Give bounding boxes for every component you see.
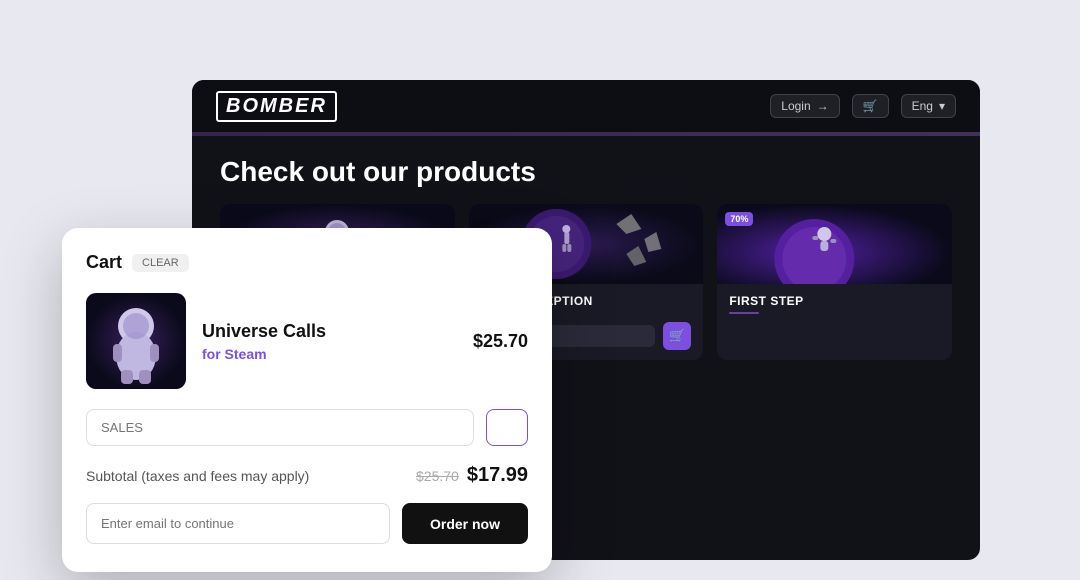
product-image-firststep: 70% <box>717 204 952 284</box>
product-card-first-step: 70% FIRST STEP <box>717 204 952 360</box>
chevron-down-icon: ▾ <box>939 99 945 113</box>
original-price: $25.70 <box>416 468 459 484</box>
final-price: $17.99 <box>467 464 528 487</box>
apply-promo-button[interactable] <box>486 409 528 446</box>
subtotal-prices: $25.70 $17.99 <box>416 464 528 487</box>
promo-input[interactable] <box>86 409 474 446</box>
discount-badge: 70% <box>725 212 753 226</box>
lang-selector[interactable]: Eng ▾ <box>901 94 956 118</box>
cart-item-info: Universe Calls for Steam <box>202 321 457 362</box>
order-now-button[interactable]: Order now <box>402 503 528 544</box>
cart-item-image <box>86 293 186 389</box>
subtotal-row: Subtotal (taxes and fees may apply) $25.… <box>86 464 528 487</box>
cart-button[interactable]: 🛒 <box>852 94 889 118</box>
lang-label: Eng <box>912 99 933 113</box>
cart-item-name: Universe Calls <box>202 321 457 342</box>
email-input[interactable] <box>86 503 390 544</box>
cart-header: Cart CLEAR <box>86 252 528 273</box>
cart-panel: Cart CLEAR Universe Calls for Steam $25.… <box>62 228 552 572</box>
login-button[interactable]: Login → <box>770 94 839 118</box>
promo-row <box>86 409 528 446</box>
subtotal-label: Subtotal (taxes and fees may apply) <box>86 468 309 484</box>
cart-icon: 🛒 <box>863 99 878 113</box>
cart-item-price: $25.70 <box>473 331 528 352</box>
cart-title: Cart <box>86 252 122 273</box>
logo: BOMBER <box>216 91 337 122</box>
clear-cart-button[interactable]: CLEAR <box>132 254 189 272</box>
cart-item: Universe Calls for Steam $25.70 <box>86 293 528 389</box>
app-header: BOMBER Login → 🛒 Eng ▾ <box>192 80 980 132</box>
email-row: Order now <box>86 503 528 544</box>
purple-strip <box>192 132 980 136</box>
login-icon: → <box>817 99 829 113</box>
header-right: Login → 🛒 Eng ▾ <box>770 94 956 118</box>
cart-item-astronaut-icon <box>91 298 181 384</box>
card-name-firststep: FIRST STEP <box>729 294 940 308</box>
login-label: Login <box>781 99 810 113</box>
page-title: Check out our products <box>192 132 980 204</box>
add-to-cart-alien[interactable]: 🛒 <box>663 322 691 350</box>
card-info-firststep: FIRST STEP <box>717 284 952 332</box>
card-divider-firststep <box>729 312 759 314</box>
cart-item-platform: for Steam <box>202 346 457 362</box>
